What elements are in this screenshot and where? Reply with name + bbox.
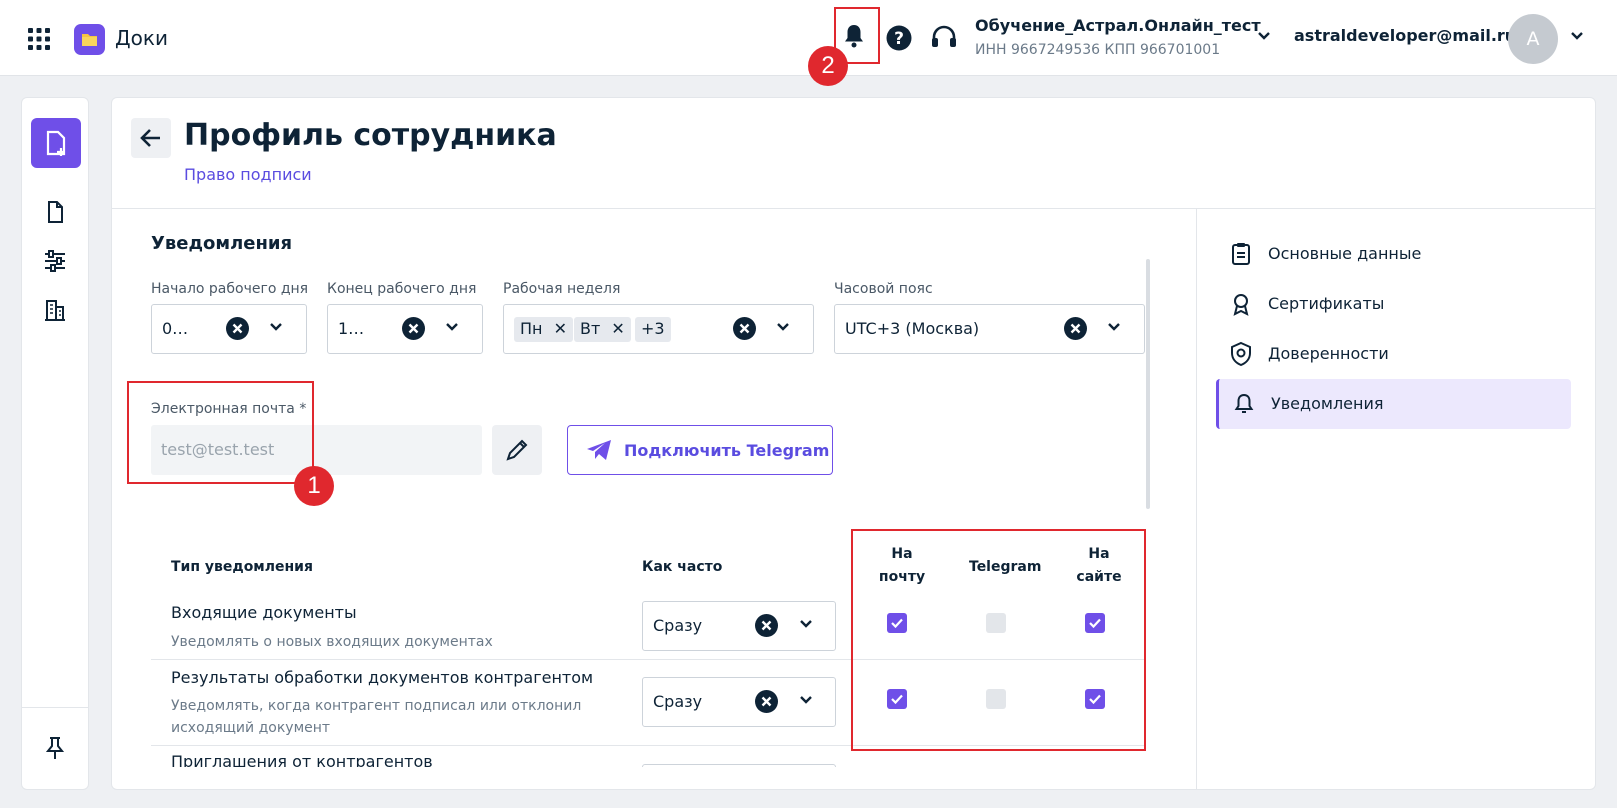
app-logo[interactable]: [74, 24, 105, 55]
col-freq-header: Как часто: [642, 559, 723, 575]
work-end-label: Конец рабочего дня: [327, 281, 477, 297]
annotation-badge-2: 2: [808, 46, 848, 86]
annotation-frame-email: [127, 381, 314, 484]
row-title: Приглашения от контрагентов: [171, 752, 433, 767]
row-description: Уведомлять о новых входящих документах: [171, 634, 493, 650]
telegram-icon: [586, 439, 612, 461]
chevron-down-icon[interactable]: [1258, 32, 1270, 40]
content-divider: [1196, 209, 1197, 790]
row-description-line1: Уведомлять, когда контрагент подписал ил…: [171, 698, 582, 714]
timezone-select[interactable]: UTC+3 (Москва): [834, 304, 1145, 354]
chevron-down-icon[interactable]: [1571, 32, 1583, 40]
header-divider: [111, 208, 1596, 209]
page-subtitle[interactable]: Право подписи: [184, 165, 312, 184]
scrollbar[interactable]: [1146, 259, 1150, 509]
nav-label: Доверенности: [1268, 344, 1389, 363]
frequency-select[interactable]: Сразу: [642, 601, 836, 651]
page-title: Профиль сотрудника: [184, 118, 557, 153]
bell-icon: [1231, 391, 1257, 417]
frequency-value: Сразу: [653, 616, 703, 635]
settings-sliders-icon[interactable]: [42, 248, 68, 274]
work-start-value: 0…: [162, 319, 189, 338]
nav-powers-of-attorney[interactable]: Доверенности: [1216, 329, 1571, 379]
pin-icon[interactable]: [42, 735, 68, 761]
organization-ids: ИНН 9667249536 КПП 966701001: [975, 42, 1221, 58]
chip-remove-icon[interactable]: ✕: [554, 319, 567, 338]
row-title: Результаты обработки документов контраге…: [171, 668, 594, 687]
chip-mon[interactable]: Пн ✕: [514, 317, 573, 342]
app-name[interactable]: Доки: [115, 26, 168, 50]
chip-label: Вт: [580, 319, 601, 338]
nav-basic-data[interactable]: Основные данные: [1216, 229, 1571, 279]
organization-name[interactable]: Обучение_Астрал.Онлайн_тест: [975, 16, 1261, 35]
chevron-down-icon[interactable]: [270, 323, 282, 331]
chip-label: Пн: [520, 319, 543, 338]
nav-notifications[interactable]: Уведомления: [1216, 379, 1571, 429]
frequency-select[interactable]: [642, 764, 836, 767]
col-type-header: Тип уведомления: [171, 559, 313, 575]
work-week-select[interactable]: Пн ✕ Вт ✕ +3: [503, 304, 814, 354]
annotation-frame-checkboxes: [851, 529, 1146, 751]
svg-text:?: ?: [894, 29, 904, 49]
clear-icon[interactable]: [226, 317, 249, 340]
chevron-down-icon[interactable]: [800, 620, 812, 628]
nav-label: Уведомления: [1271, 394, 1384, 413]
chevron-down-icon[interactable]: [1108, 323, 1120, 331]
clear-icon[interactable]: [755, 690, 778, 713]
apps-grid-icon[interactable]: [28, 28, 50, 50]
back-button[interactable]: [131, 118, 171, 158]
chevron-down-icon[interactable]: [777, 323, 789, 331]
user-email[interactable]: astraldeveloper@mail.ru: [1294, 26, 1516, 45]
clear-icon[interactable]: [755, 614, 778, 637]
telegram-button-label: Подключить Telegram: [624, 441, 830, 460]
clear-icon[interactable]: [402, 317, 425, 340]
chevron-down-icon[interactable]: [800, 696, 812, 704]
row-title: Входящие документы: [171, 603, 357, 622]
nav-label: Сертификаты: [1268, 294, 1385, 313]
frequency-select[interactable]: Сразу: [642, 677, 836, 727]
document-icon[interactable]: [42, 199, 68, 225]
work-end-select[interactable]: 1…: [327, 304, 483, 354]
avatar[interactable]: A: [1508, 14, 1558, 64]
frequency-value: Сразу: [653, 692, 703, 711]
work-end-value: 1…: [338, 319, 365, 338]
chevron-down-icon[interactable]: [446, 323, 458, 331]
work-week-label: Рабочая неделя: [503, 281, 621, 297]
rail-divider: [21, 707, 89, 708]
building-icon[interactable]: [42, 297, 68, 323]
clipboard-icon: [1228, 241, 1254, 267]
help-icon[interactable]: ?: [886, 25, 912, 51]
nav-label: Основные данные: [1268, 244, 1422, 263]
clear-icon[interactable]: [733, 317, 756, 340]
row-description-line2: исходящий документ: [171, 720, 331, 736]
chip-more[interactable]: +3: [635, 317, 671, 342]
new-document-button[interactable]: [31, 118, 81, 168]
timezone-value: UTC+3 (Москва): [845, 319, 980, 338]
edit-email-button[interactable]: [492, 425, 542, 475]
work-start-select[interactable]: 0…: [151, 304, 307, 354]
nav-certificates[interactable]: Сертификаты: [1216, 279, 1571, 329]
annotation-badge-1: 1: [294, 466, 334, 506]
clear-icon[interactable]: [1064, 317, 1087, 340]
chip-remove-icon[interactable]: ✕: [611, 319, 624, 338]
section-title: Уведомления: [151, 233, 293, 254]
timezone-label: Часовой пояс: [834, 281, 933, 297]
chip-tue[interactable]: Вт ✕: [574, 317, 631, 342]
headset-icon[interactable]: [930, 24, 958, 52]
award-icon: [1228, 291, 1254, 317]
shield-icon: [1228, 341, 1254, 367]
work-start-label: Начало рабочего дня: [151, 281, 309, 297]
connect-telegram-button[interactable]: Подключить Telegram: [567, 425, 833, 475]
